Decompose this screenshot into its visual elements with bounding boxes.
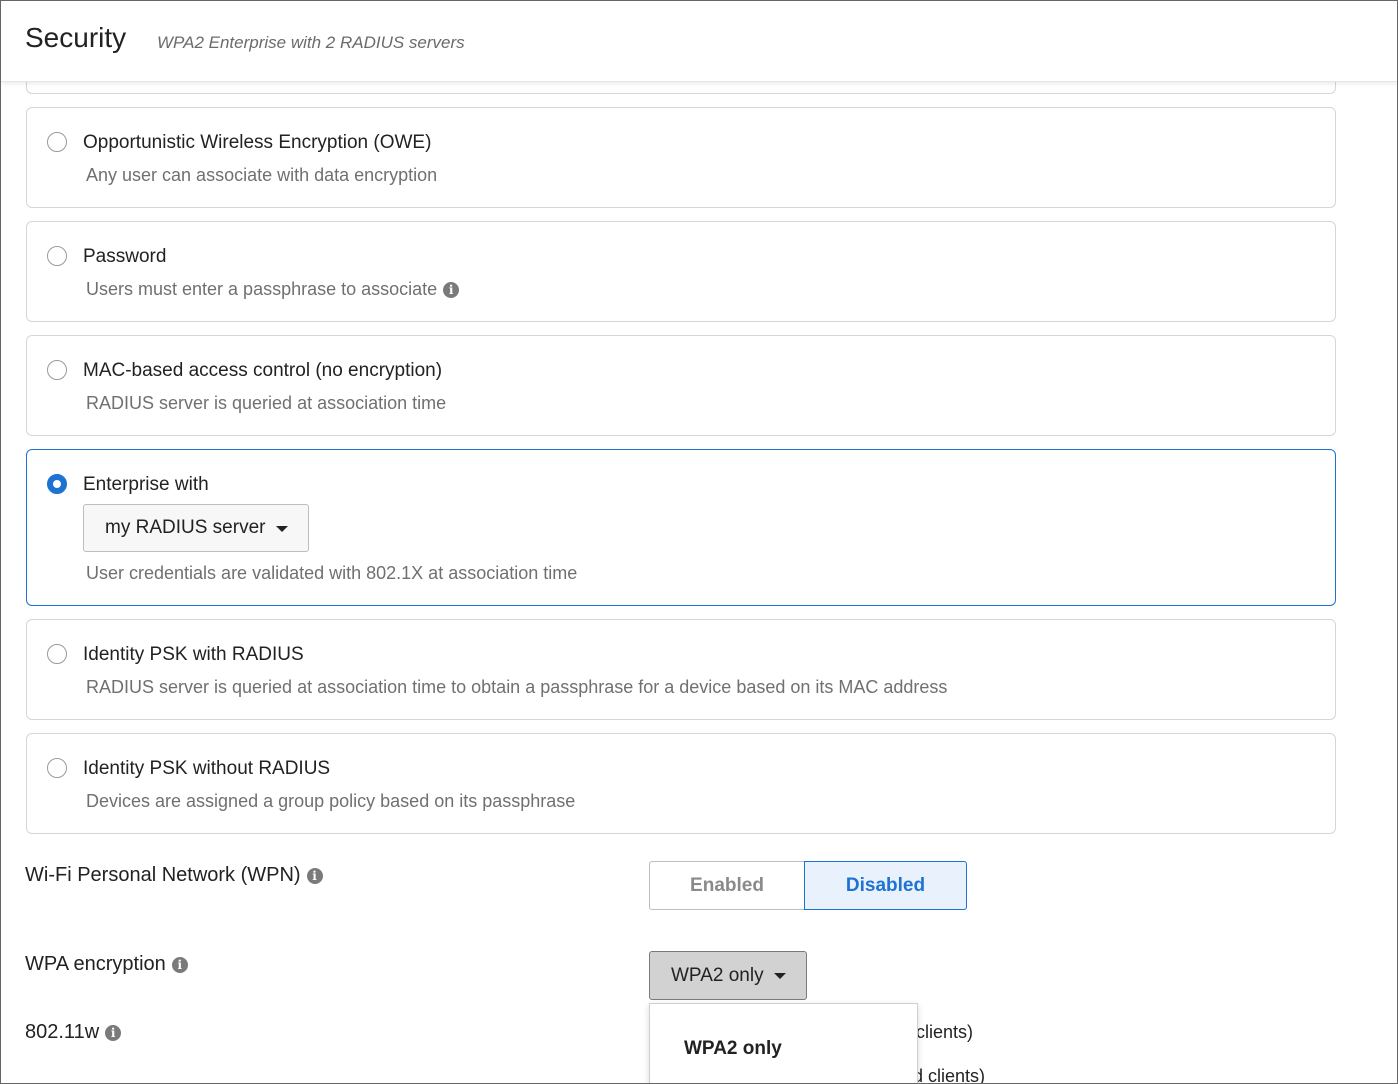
dropdown-value: WPA2 only xyxy=(671,965,764,986)
option-card-ipsk-no-radius[interactable]: Identity PSK without RADIUS Devices are … xyxy=(26,733,1336,834)
dot11w-option-text: clients) xyxy=(916,1022,974,1042)
option-title: Opportunistic Wireless Encryption (OWE) xyxy=(83,132,432,153)
option-title: Identity PSK with RADIUS xyxy=(83,644,304,665)
wpn-disabled-button[interactable]: Disabled xyxy=(804,861,967,910)
option-description: Devices are assigned a group policy base… xyxy=(86,791,576,811)
info-icon[interactable]: i xyxy=(171,956,188,973)
radio-owe[interactable] xyxy=(47,132,67,152)
option-title: Identity PSK without RADIUS xyxy=(83,758,331,779)
section-title: Security xyxy=(25,22,127,53)
option-card-enterprise[interactable]: Enterprise with my RADIUS server User cr… xyxy=(26,449,1336,606)
option-description: User credentials are validated with 802.… xyxy=(86,563,578,583)
dropdown-value: my RADIUS server xyxy=(105,517,266,538)
dot11w-label: 802.11w xyxy=(25,1021,100,1043)
wpn-enabled-button[interactable]: Enabled xyxy=(649,861,805,910)
option-description: Users must enter a passphrase to associa… xyxy=(86,279,438,299)
radio-mac[interactable] xyxy=(47,360,67,380)
wpa-encryption-label: WPA encryption xyxy=(25,953,166,975)
dot11w-option-text: d clients) xyxy=(913,1066,986,1084)
radio-enterprise[interactable] xyxy=(47,474,67,494)
wpa-encryption-label-row: WPA encryption i xyxy=(25,953,188,976)
radio-password[interactable] xyxy=(47,246,67,266)
dot11w-label-row: 802.11w i xyxy=(25,1021,122,1044)
option-title: MAC-based access control (no encryption) xyxy=(83,360,443,381)
info-icon[interactable]: i xyxy=(443,282,460,299)
wpn-label-row: Wi-Fi Personal Network (WPN) i xyxy=(25,864,323,887)
radius-server-dropdown[interactable]: my RADIUS server xyxy=(83,504,309,552)
security-panel: Security WPA2 Enterprise with 2 RADIUS s… xyxy=(0,0,1398,1084)
wpn-label: Wi-Fi Personal Network (WPN) xyxy=(25,864,301,886)
radio-ipsk-no-radius[interactable] xyxy=(47,758,67,778)
option-title: Enterprise with xyxy=(83,474,209,495)
option-description: RADIUS server is queried at association … xyxy=(86,677,948,697)
option-description: RADIUS server is queried at association … xyxy=(86,393,447,413)
section-header: Security WPA2 Enterprise with 2 RADIUS s… xyxy=(1,1,1397,82)
option-title: Password xyxy=(83,246,167,267)
option-card-owe[interactable]: Opportunistic Wireless Encryption (OWE) … xyxy=(26,107,1336,208)
info-icon[interactable]: i xyxy=(306,867,323,884)
option-card-password[interactable]: Password Users must enter a passphrase t… xyxy=(26,221,1336,322)
wpa-encryption-dropdown[interactable]: WPA2 only xyxy=(649,951,807,1000)
section-subtitle: WPA2 Enterprise with 2 RADIUS servers xyxy=(157,33,465,52)
caret-down-icon xyxy=(276,526,288,532)
option-description: Any user can associate with data encrypt… xyxy=(86,165,438,185)
option-card-ipsk-radius[interactable]: Identity PSK with RADIUS RADIUS server i… xyxy=(26,619,1336,720)
wpa-encryption-menu: WPA2 only xyxy=(649,1003,918,1083)
info-icon[interactable]: i xyxy=(105,1024,122,1041)
radio-ipsk-radius[interactable] xyxy=(47,644,67,664)
menu-item-wpa2-only[interactable]: WPA2 only xyxy=(684,1038,782,1060)
caret-down-icon xyxy=(774,973,786,979)
wpn-toggle: Enabled Disabled xyxy=(649,861,967,910)
option-card-mac[interactable]: MAC-based access control (no encryption)… xyxy=(26,335,1336,436)
option-description-row: Users must enter a passphrase to associa… xyxy=(86,279,460,300)
